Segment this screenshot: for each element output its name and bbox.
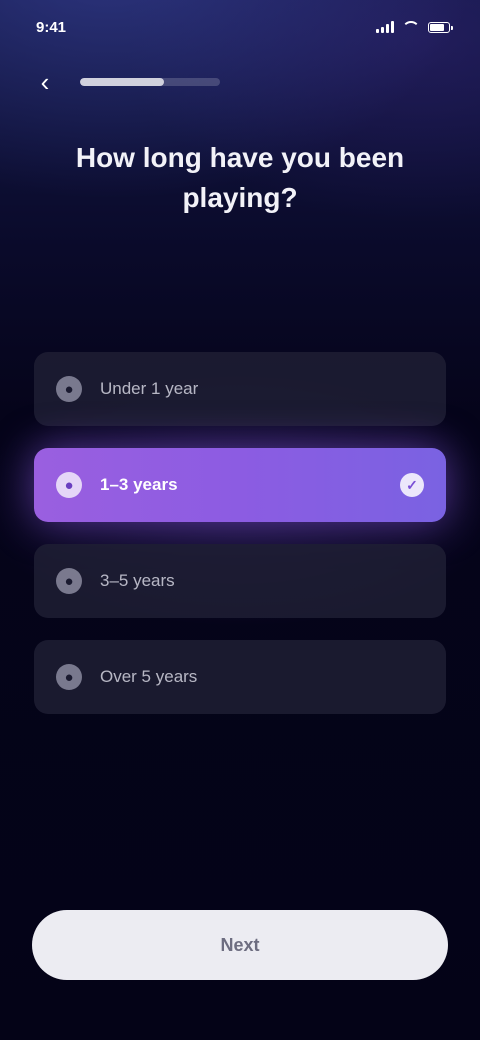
progress-bar-fill [80, 78, 164, 86]
option-label: 1–3 years [100, 475, 178, 494]
option-label: 3–5 years [100, 571, 175, 590]
header: ‹ [28, 62, 452, 102]
option-label: Over 5 years [100, 667, 198, 686]
options-list: ● Under 1 year ● 1–3 years ✓ ● 3–5 years… [34, 352, 446, 714]
status-time: 9:41 [36, 18, 67, 36]
back-button[interactable]: ‹ [28, 65, 62, 99]
option-item[interactable]: ● 3–5 years [34, 544, 446, 618]
option-label: Under 1 year [100, 379, 199, 398]
dot-icon: ● [56, 472, 82, 498]
dot-icon: ● [56, 664, 82, 690]
next-button[interactable]: Next [32, 910, 448, 980]
chevron-left-icon: ‹ [40, 66, 50, 97]
option-item[interactable]: ● Over 5 years [34, 640, 446, 714]
battery-icon [428, 21, 453, 33]
status-icons [376, 21, 453, 33]
page-title: How long have you been playing? [75, 142, 405, 213]
wifi-icon [402, 21, 420, 33]
option-item[interactable]: ● Under 1 year [34, 352, 446, 426]
option-item[interactable]: ● 1–3 years ✓ [34, 448, 446, 522]
onboarding-screen: 9:41 ‹ How long have you been playing? ●… [0, 0, 480, 1040]
status-bar: 9:41 [36, 14, 453, 40]
dot-icon: ● [56, 568, 82, 594]
dot-icon: ● [56, 376, 82, 402]
progress-bar [80, 78, 220, 86]
cellular-signal-icon [376, 21, 394, 33]
checkmark-icon: ✓ [400, 473, 424, 497]
